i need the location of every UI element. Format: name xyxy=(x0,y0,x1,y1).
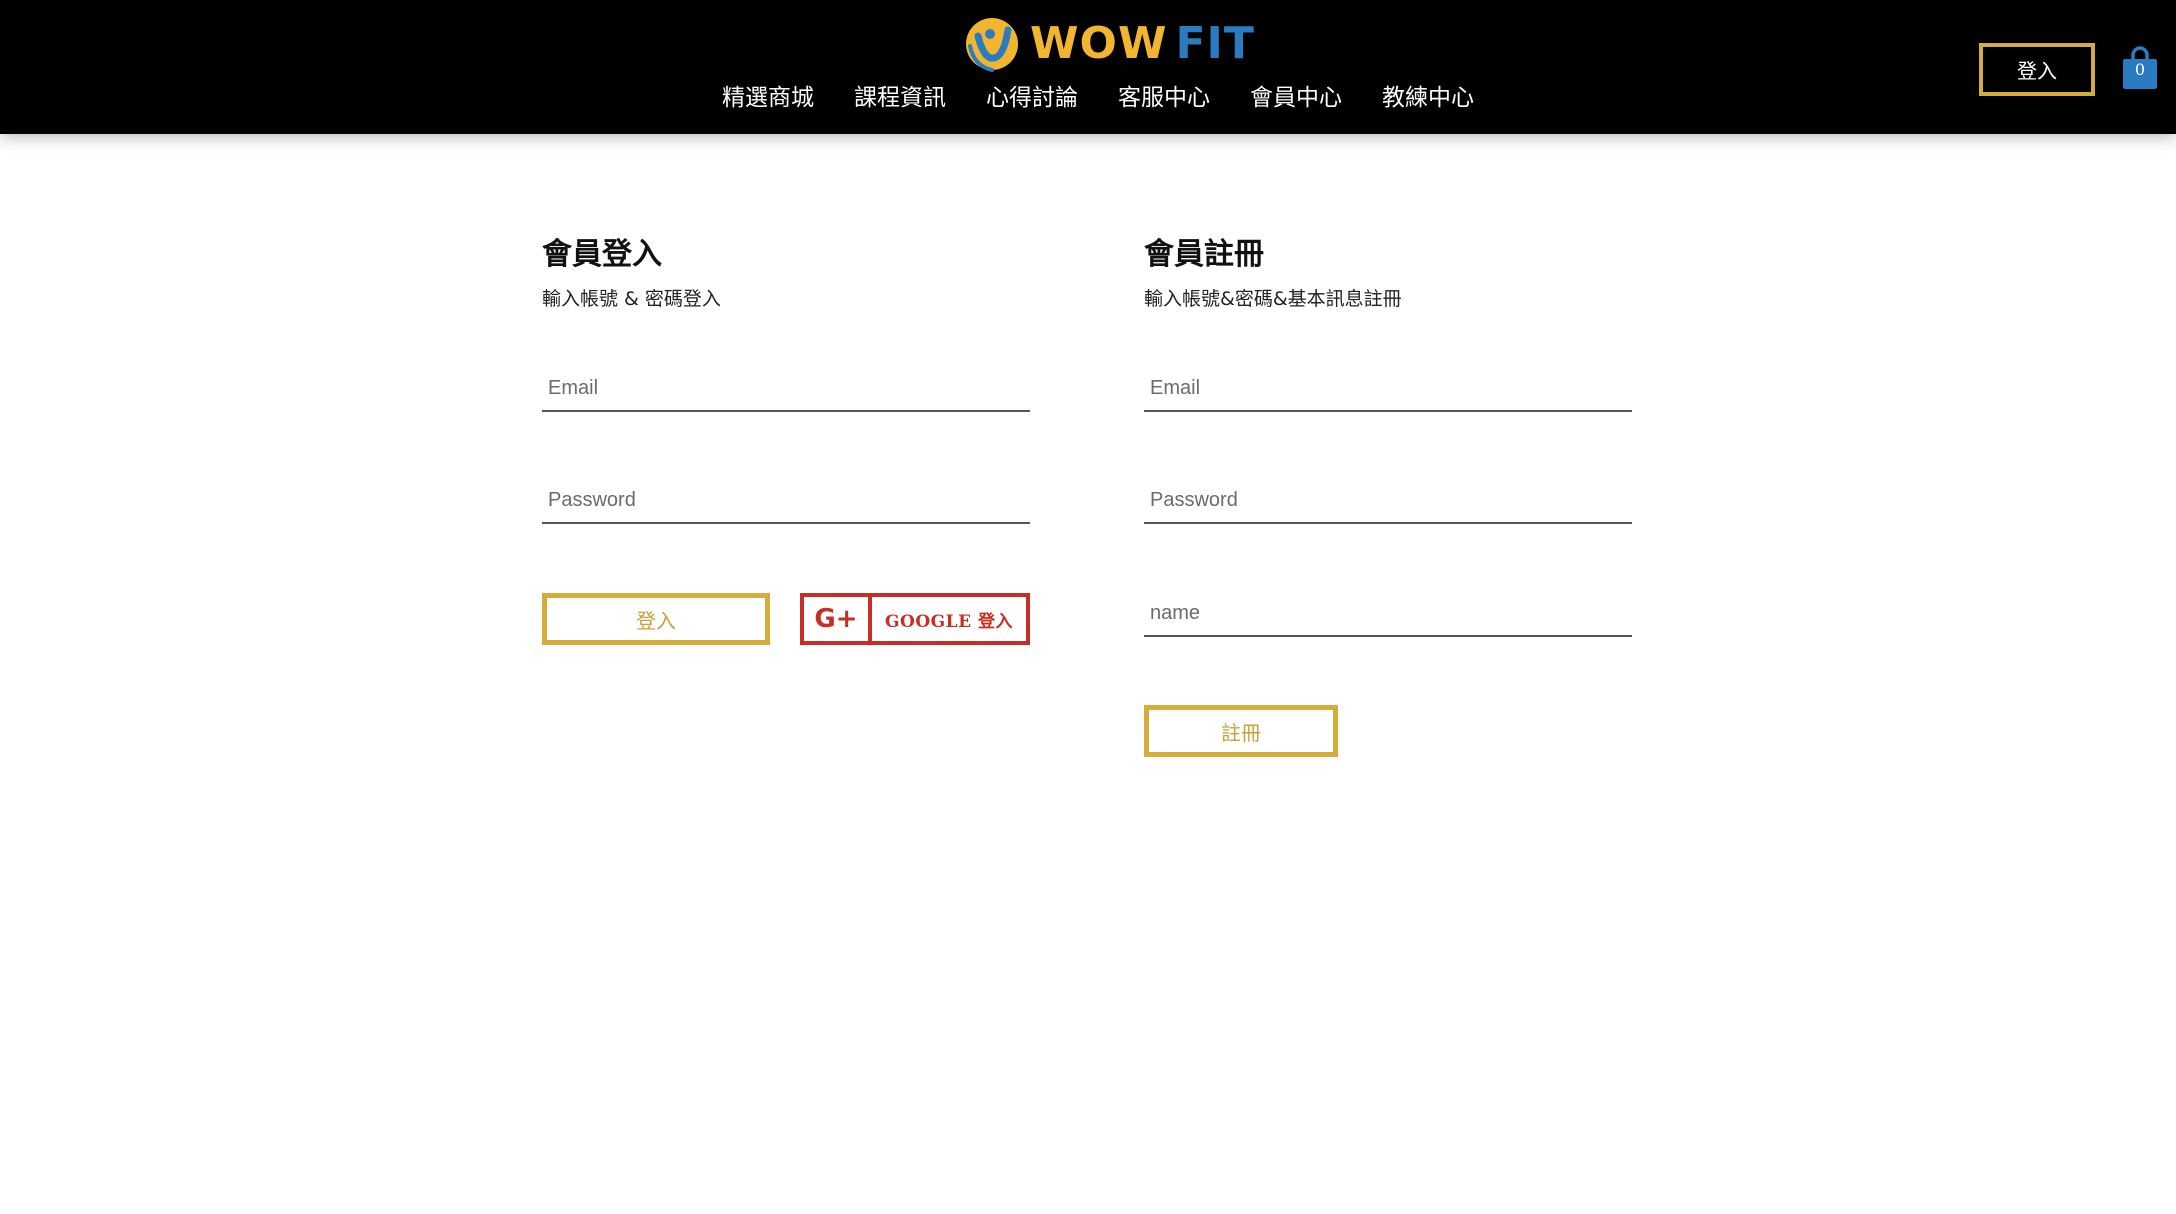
cart-button[interactable]: 0 xyxy=(2122,46,2158,90)
nav-item-support[interactable]: 客服中心 xyxy=(1098,80,1230,116)
logo-wordmark: WOW FIT xyxy=(1030,16,1255,72)
site-logo[interactable]: WOW FIT xyxy=(964,16,1255,72)
logo-word-fit: FIT xyxy=(1175,18,1255,69)
register-name-input[interactable] xyxy=(1144,591,1632,637)
register-section: 會員註冊 輸入帳號&密碼&基本訊息註冊 註冊 xyxy=(1144,230,1634,757)
login-subtitle: 輸入帳號 & 密碼登入 xyxy=(542,288,721,310)
login-email-input[interactable] xyxy=(542,366,1030,412)
register-password-input[interactable] xyxy=(1144,478,1632,524)
cart-count-badge: 0 xyxy=(2134,60,2146,79)
register-submit-button[interactable]: 註冊 xyxy=(1144,705,1338,757)
nav-item-reviews[interactable]: 心得討論 xyxy=(966,80,1098,116)
main-nav: 精選商城 課程資訊 心得討論 客服中心 會員中心 教練中心 xyxy=(702,80,1494,116)
nav-item-courses[interactable]: 課程資訊 xyxy=(834,80,966,116)
login-section: 會員登入 輸入帳號 & 密碼登入 登入 G+ GOOGLE 登入 xyxy=(542,230,1032,645)
login-password-input[interactable] xyxy=(542,478,1030,524)
header-login-button[interactable]: 登入 xyxy=(1979,43,2095,96)
nav-item-coach-center[interactable]: 教練中心 xyxy=(1362,80,1494,116)
google-login-button[interactable]: G+ GOOGLE 登入 xyxy=(800,593,1030,645)
page: WOW FIT 精選商城 課程資訊 心得討論 客服中心 會員中心 教練中心 登入 … xyxy=(0,0,2176,1214)
register-subtitle: 輸入帳號&密碼&基本訊息註冊 xyxy=(1144,288,1402,310)
login-title: 會員登入 xyxy=(542,237,662,272)
google-login-label: GOOGLE 登入 xyxy=(885,611,1013,632)
wowfit-logo-icon xyxy=(966,18,1018,72)
nav-item-shop[interactable]: 精選商城 xyxy=(702,80,834,116)
site-header: WOW FIT 精選商城 課程資訊 心得討論 客服中心 會員中心 教練中心 登入 … xyxy=(0,0,2176,134)
google-plus-icon: G+ xyxy=(804,597,872,641)
nav-item-member-center[interactable]: 會員中心 xyxy=(1230,80,1362,116)
logo-word-wow: WOW xyxy=(1030,18,1168,69)
login-submit-button[interactable]: 登入 xyxy=(542,593,770,645)
register-email-input[interactable] xyxy=(1144,366,1632,412)
register-title: 會員註冊 xyxy=(1144,237,1264,272)
